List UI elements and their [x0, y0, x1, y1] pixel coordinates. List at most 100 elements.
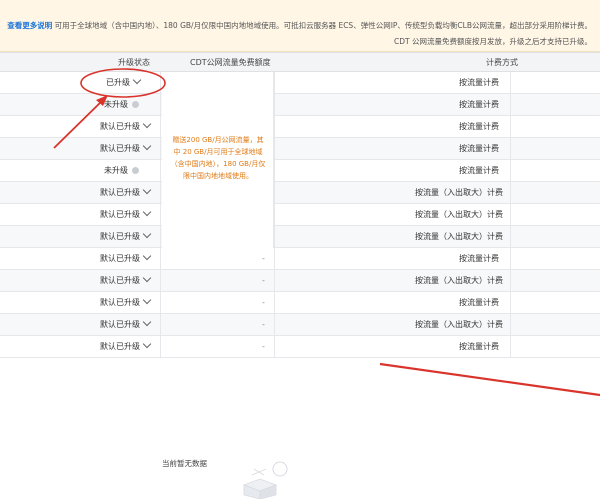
- upgrade-status-label: 默认已升级: [100, 342, 140, 351]
- upgrade-status-label: 默认已升级: [100, 210, 140, 219]
- cdt-quota-note: 赠送200 GB/月公网流量，其中 20 GB/月可用于全球地域（含中国内地），…: [170, 136, 266, 180]
- column-divider: [274, 160, 275, 182]
- billing-method-cell: 按流量（入出取大）计费: [415, 320, 503, 329]
- upgrade-status-cell[interactable]: 默认已升级: [100, 292, 152, 314]
- upgrade-status-cell[interactable]: 默认已升级: [100, 336, 152, 358]
- upgrade-status-cell[interactable]: 已升级: [106, 72, 142, 94]
- column-divider: [274, 336, 275, 358]
- column-divider: [160, 204, 161, 226]
- column-divider: [160, 292, 161, 314]
- column-divider: [510, 160, 511, 182]
- column-divider: [160, 336, 161, 358]
- column-divider: [160, 116, 161, 138]
- billing-method-cell: 按流量计费: [459, 78, 499, 87]
- column-divider: [510, 336, 511, 358]
- cdt-quota-cell: -: [262, 254, 265, 263]
- upgrade-status-label: 默认已升级: [100, 298, 140, 307]
- column-divider: [160, 160, 161, 182]
- upgrade-status-label: 默认已升级: [100, 320, 140, 329]
- billing-method-cell: 按流量计费: [459, 298, 499, 307]
- more-info-link[interactable]: 查看更多说明: [7, 21, 52, 30]
- upgrade-status-cell[interactable]: 默认已升级: [100, 226, 152, 248]
- billing-method-cell: 按流量计费: [459, 144, 499, 153]
- table-header: 计费方式 CDT公网流量免费额度 升级状态: [0, 52, 600, 72]
- notice-text-line2: CDT 公网流量免费额度按月发放，升级之后才支持已升级。: [394, 37, 592, 46]
- upgrade-status-cell: 未升级: [104, 160, 139, 182]
- empty-box-icon: [242, 461, 288, 499]
- notice-text-line1: 查看更多说明 可用于全球地域（含中国内地）、180 GB/月仅限中国内地地域使用…: [7, 20, 592, 31]
- upgrade-status-cell[interactable]: 默认已升级: [100, 204, 152, 226]
- column-divider: [510, 270, 511, 292]
- upgrade-status-label: 默认已升级: [100, 254, 140, 263]
- cdt-quota-cell: -: [262, 298, 265, 307]
- upgrade-status-cell[interactable]: 默认已升级: [100, 314, 152, 336]
- billing-method-cell: 按流量计费: [459, 122, 499, 131]
- table-row: 按流量计费 默认已升级: [0, 138, 600, 160]
- column-divider: [160, 226, 161, 248]
- billing-method-cell: 按流量（入出取大）计费: [415, 276, 503, 285]
- upgrade-status-cell[interactable]: 默认已升级: [100, 270, 152, 292]
- chevron-down-icon: [132, 75, 142, 85]
- chevron-down-icon: [142, 141, 152, 151]
- cdt-quota-cell: -: [262, 276, 265, 285]
- table-row: 按流量计费 未升级: [0, 160, 600, 182]
- chevron-down-icon: [142, 317, 152, 327]
- upgrade-status-cell: 未升级: [104, 94, 139, 116]
- column-divider: [510, 292, 511, 314]
- header-billing-method: 计费方式: [486, 58, 518, 67]
- column-divider: [160, 248, 161, 270]
- upgrade-status-label: 默认已升级: [100, 232, 140, 241]
- header-upgrade-status: 升级状态: [118, 58, 150, 67]
- cdt-merged-cell: 赠送200 GB/月公网流量，其中 20 GB/月可用于全球地域（含中国内地），…: [162, 72, 274, 248]
- column-divider: [274, 204, 275, 226]
- column-divider: [510, 94, 511, 116]
- table-row: 按流量（入出取大）计费 - 默认已升级: [0, 314, 600, 336]
- table-row: 按流量（入出取大）计费 - 默认已升级: [0, 270, 600, 292]
- empty-state-text: 当前暂无数据: [162, 459, 207, 468]
- upgrade-status-label: 默认已升级: [100, 188, 140, 197]
- column-divider: [274, 182, 275, 204]
- column-divider: [274, 72, 275, 94]
- table-row: 按流量计费 - 默认已升级: [0, 248, 600, 270]
- upgrade-status-cell[interactable]: 默认已升级: [100, 116, 152, 138]
- column-divider: [510, 116, 511, 138]
- upgrade-status-label: 默认已升级: [100, 122, 140, 131]
- column-divider: [274, 270, 275, 292]
- column-divider: [274, 138, 275, 160]
- upgrade-status-label: 未升级: [104, 100, 128, 109]
- status-dot-icon: [132, 167, 139, 174]
- table-row: 按流量计费 已升级: [0, 72, 600, 94]
- column-divider: [274, 292, 275, 314]
- table-row: 按流量计费 默认已升级: [0, 116, 600, 138]
- column-divider: [160, 72, 161, 94]
- chevron-down-icon: [142, 251, 152, 261]
- column-divider: [510, 226, 511, 248]
- column-divider: [510, 248, 511, 270]
- chevron-down-icon: [142, 229, 152, 239]
- billing-method-cell: 按流量计费: [459, 254, 499, 263]
- status-dot-icon: [132, 101, 139, 108]
- column-divider: [510, 182, 511, 204]
- column-divider: [510, 314, 511, 336]
- billing-method-cell: 按流量计费: [459, 342, 499, 351]
- column-divider: [160, 138, 161, 160]
- billing-method-cell: 按流量（入出取大）计费: [415, 232, 503, 241]
- upgrade-status-cell[interactable]: 默认已升级: [100, 138, 152, 160]
- table-row: 按流量计费 - 默认已升级: [0, 336, 600, 358]
- column-divider: [160, 182, 161, 204]
- column-divider: [160, 94, 161, 116]
- table-row: 按流量计费 - 默认已升级: [0, 292, 600, 314]
- billing-method-cell: 按流量计费: [459, 166, 499, 175]
- notice-line1-text: 可用于全球地域（含中国内地）、180 GB/月仅限中国内地地域使用。可抵扣云服务…: [54, 21, 592, 30]
- column-divider: [274, 116, 275, 138]
- chevron-down-icon: [142, 119, 152, 129]
- billing-method-cell: 按流量计费: [459, 100, 499, 109]
- column-divider: [510, 72, 511, 94]
- upgrade-status-cell[interactable]: 默认已升级: [100, 248, 152, 270]
- table-row: 按流量（入出取大）计费 默认已升级: [0, 182, 600, 204]
- empty-state: 当前暂无数据: [150, 455, 330, 500]
- chevron-down-icon: [142, 339, 152, 349]
- upgrade-status-cell[interactable]: 默认已升级: [100, 182, 152, 204]
- upgrade-status-label: 未升级: [104, 166, 128, 175]
- cdt-quota-cell: -: [262, 342, 265, 351]
